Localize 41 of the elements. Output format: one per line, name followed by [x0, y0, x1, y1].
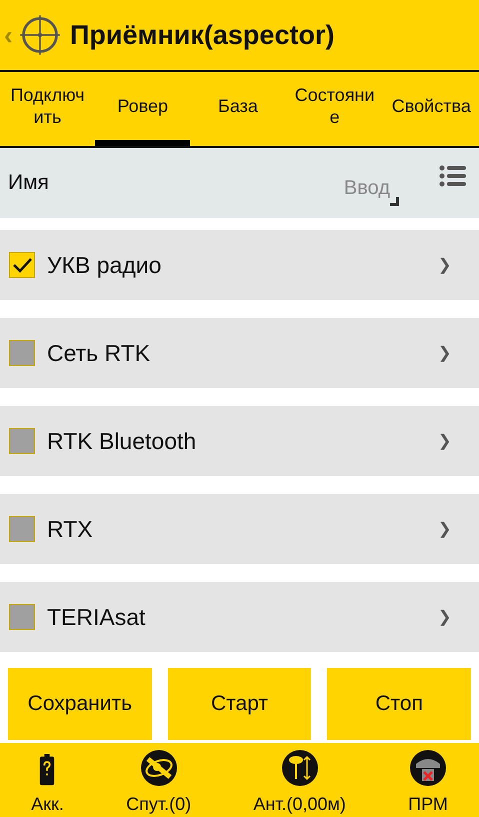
antenna-height-icon[interactable]: [282, 750, 318, 786]
checkbox[interactable]: [9, 340, 35, 366]
list-item[interactable]: УКВ радио ❯: [0, 230, 479, 300]
action-button[interactable]: Сохранить: [8, 668, 152, 740]
checkbox[interactable]: [9, 604, 35, 630]
battery-icon[interactable]: [38, 754, 56, 786]
checkbox[interactable]: [9, 252, 35, 278]
window-title: Приёмник(aspector): [70, 20, 334, 50]
name-input-field[interactable]: Ввод: [334, 176, 390, 200]
checkbox[interactable]: [9, 428, 35, 454]
item-label: Сеть RTK: [47, 340, 150, 366]
action-button[interactable]: Стоп: [327, 668, 472, 740]
checkbox[interactable]: [9, 516, 35, 542]
status-label: Спут.(0): [126, 794, 192, 815]
list-item[interactable]: Сеть RTK ❯: [0, 318, 479, 388]
satellite-icon[interactable]: [140, 750, 177, 786]
list-item[interactable]: RTK Bluetooth ❯: [0, 406, 479, 476]
list-icon[interactable]: [439, 164, 467, 188]
action-button[interactable]: Старт: [168, 668, 312, 740]
chevron-icon: ❯: [438, 255, 451, 275]
corner-mark-icon: [390, 196, 399, 206]
crosshair-icon: [18, 13, 62, 57]
tab[interactable]: Состояни е: [286, 72, 384, 146]
list-item[interactable]: TERIAsat ❯: [0, 582, 479, 652]
status-label: Акк.: [31, 794, 64, 815]
status-label: Ант.(0,00м): [253, 794, 346, 815]
item-label: TERIAsat: [47, 604, 146, 630]
tab[interactable]: Подключ ить: [0, 72, 95, 146]
chevron-icon: ❯: [438, 607, 451, 627]
receiver-disconnected-icon[interactable]: [410, 750, 446, 786]
item-label: RTX: [47, 516, 93, 542]
list-item[interactable]: RTX ❯: [0, 494, 479, 564]
tab[interactable]: Свойства: [384, 72, 479, 146]
chevron-icon: ❯: [438, 431, 451, 451]
tab[interactable]: База: [190, 72, 286, 146]
name-label: Имя: [8, 171, 49, 195]
chevron-icon: ❯: [438, 519, 451, 539]
status-label: ПРМ: [408, 794, 448, 815]
item-label: УКВ радио: [47, 252, 162, 278]
chevron-icon: ❯: [438, 343, 451, 363]
item-label: RTK Bluetooth: [47, 428, 196, 454]
